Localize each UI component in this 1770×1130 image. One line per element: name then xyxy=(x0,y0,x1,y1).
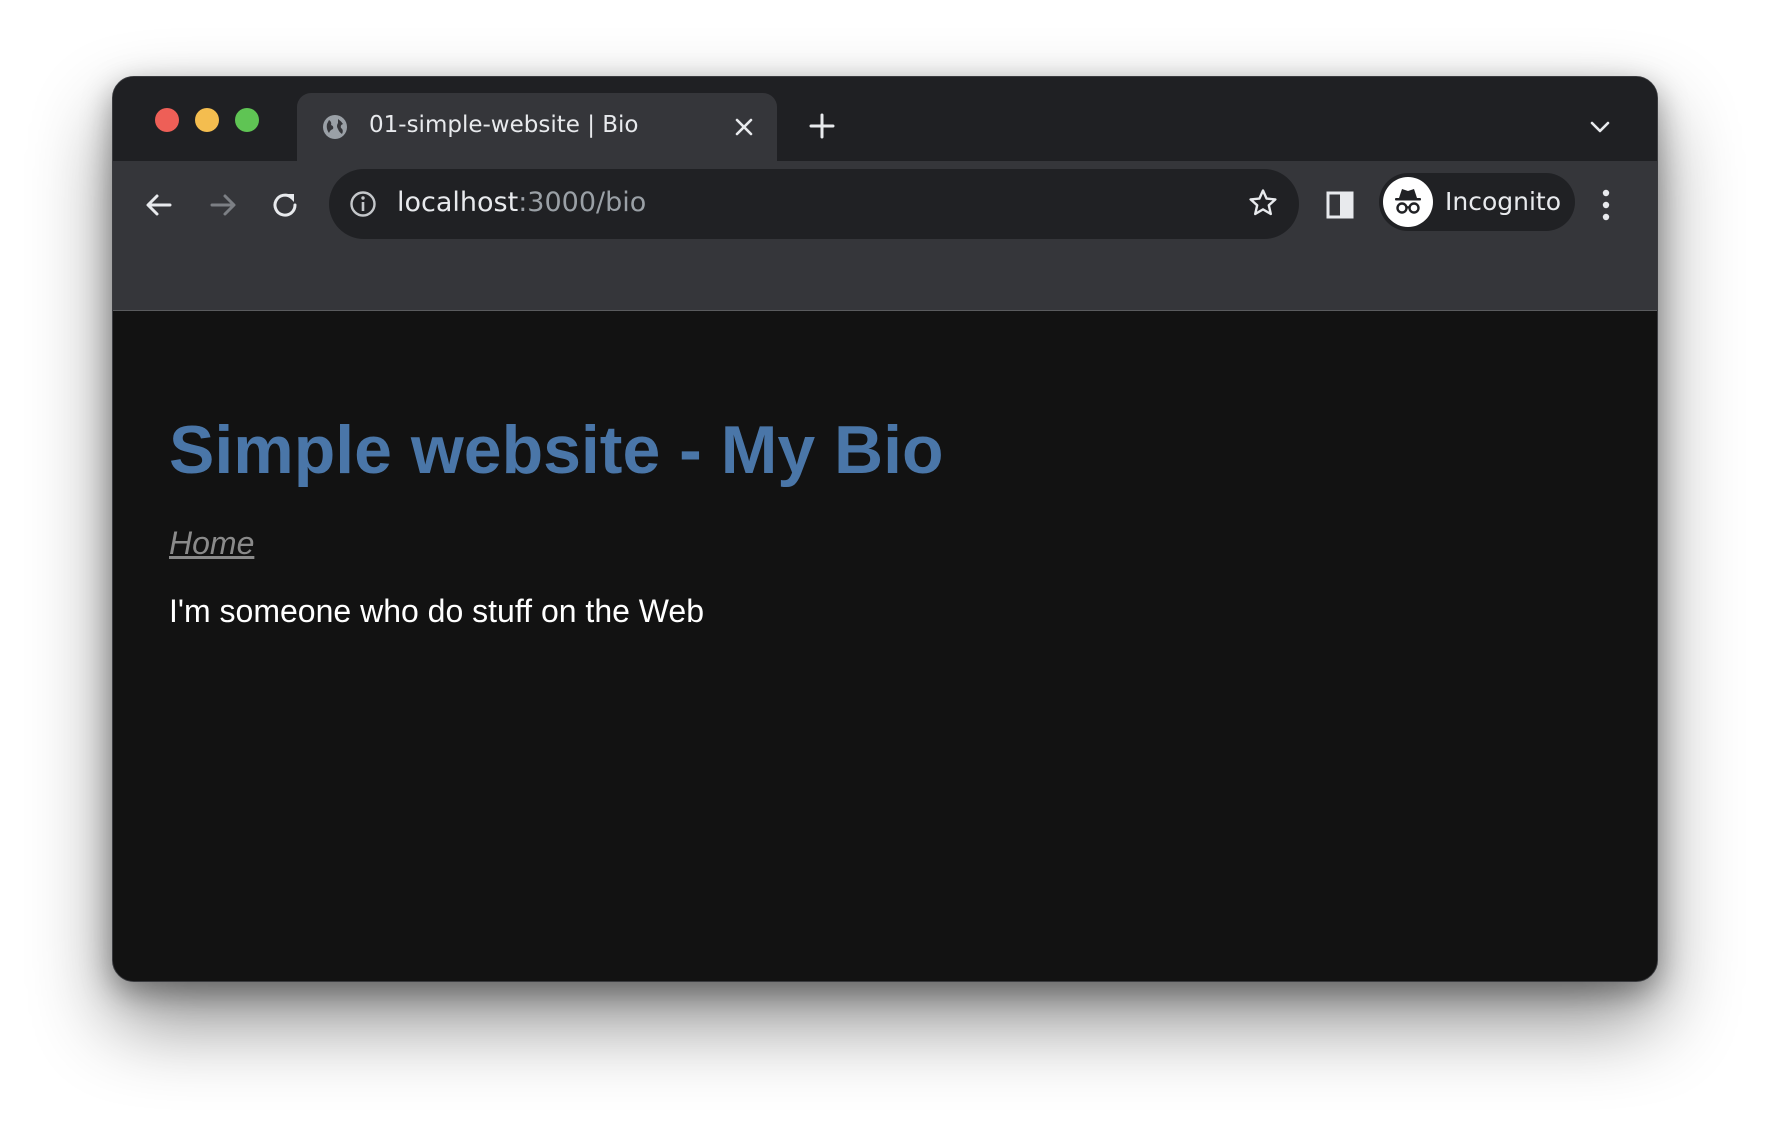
minimize-window-button[interactable] xyxy=(195,108,219,132)
address-bar[interactable]: localhost:3000/bio xyxy=(329,169,1299,239)
active-tab[interactable]: 01-simple-website | Bio xyxy=(297,93,777,161)
close-icon[interactable] xyxy=(729,112,759,142)
url-text[interactable]: localhost:3000/bio xyxy=(397,187,646,218)
info-icon[interactable] xyxy=(349,190,377,218)
maximize-window-button[interactable] xyxy=(235,108,259,132)
browser-toolbar: localhost:3000/bio Incognito xyxy=(113,161,1657,311)
tab-title: 01-simple-website | Bio xyxy=(369,112,639,138)
globe-icon xyxy=(323,115,347,139)
incognito-icon xyxy=(1383,177,1433,227)
chevron-down-icon[interactable] xyxy=(1587,114,1613,140)
page-content: Simple website - My Bio Home I'm someone… xyxy=(113,311,1657,981)
tab-strip: 01-simple-website | Bio xyxy=(113,77,1657,161)
kebab-menu-icon[interactable] xyxy=(1591,185,1621,225)
url-path: :3000/bio xyxy=(518,187,647,218)
forward-arrow-icon[interactable] xyxy=(203,185,243,225)
close-window-button[interactable] xyxy=(155,108,179,132)
page-title: Simple website - My Bio xyxy=(169,412,944,488)
profile-button[interactable]: Incognito xyxy=(1379,173,1575,231)
browser-window: 01-simple-website | Bio localhost:3000/b… xyxy=(112,76,1658,982)
profile-label: Incognito xyxy=(1445,187,1562,216)
url-host: localhost xyxy=(397,187,519,218)
reload-icon[interactable] xyxy=(265,185,305,225)
star-icon[interactable] xyxy=(1247,187,1279,219)
bio-text: I'm someone who do stuff on the Web xyxy=(169,593,705,629)
plus-icon[interactable] xyxy=(807,111,837,141)
side-panel-icon[interactable] xyxy=(1325,190,1355,220)
back-arrow-icon[interactable] xyxy=(139,185,179,225)
home-link[interactable]: Home xyxy=(169,525,254,562)
